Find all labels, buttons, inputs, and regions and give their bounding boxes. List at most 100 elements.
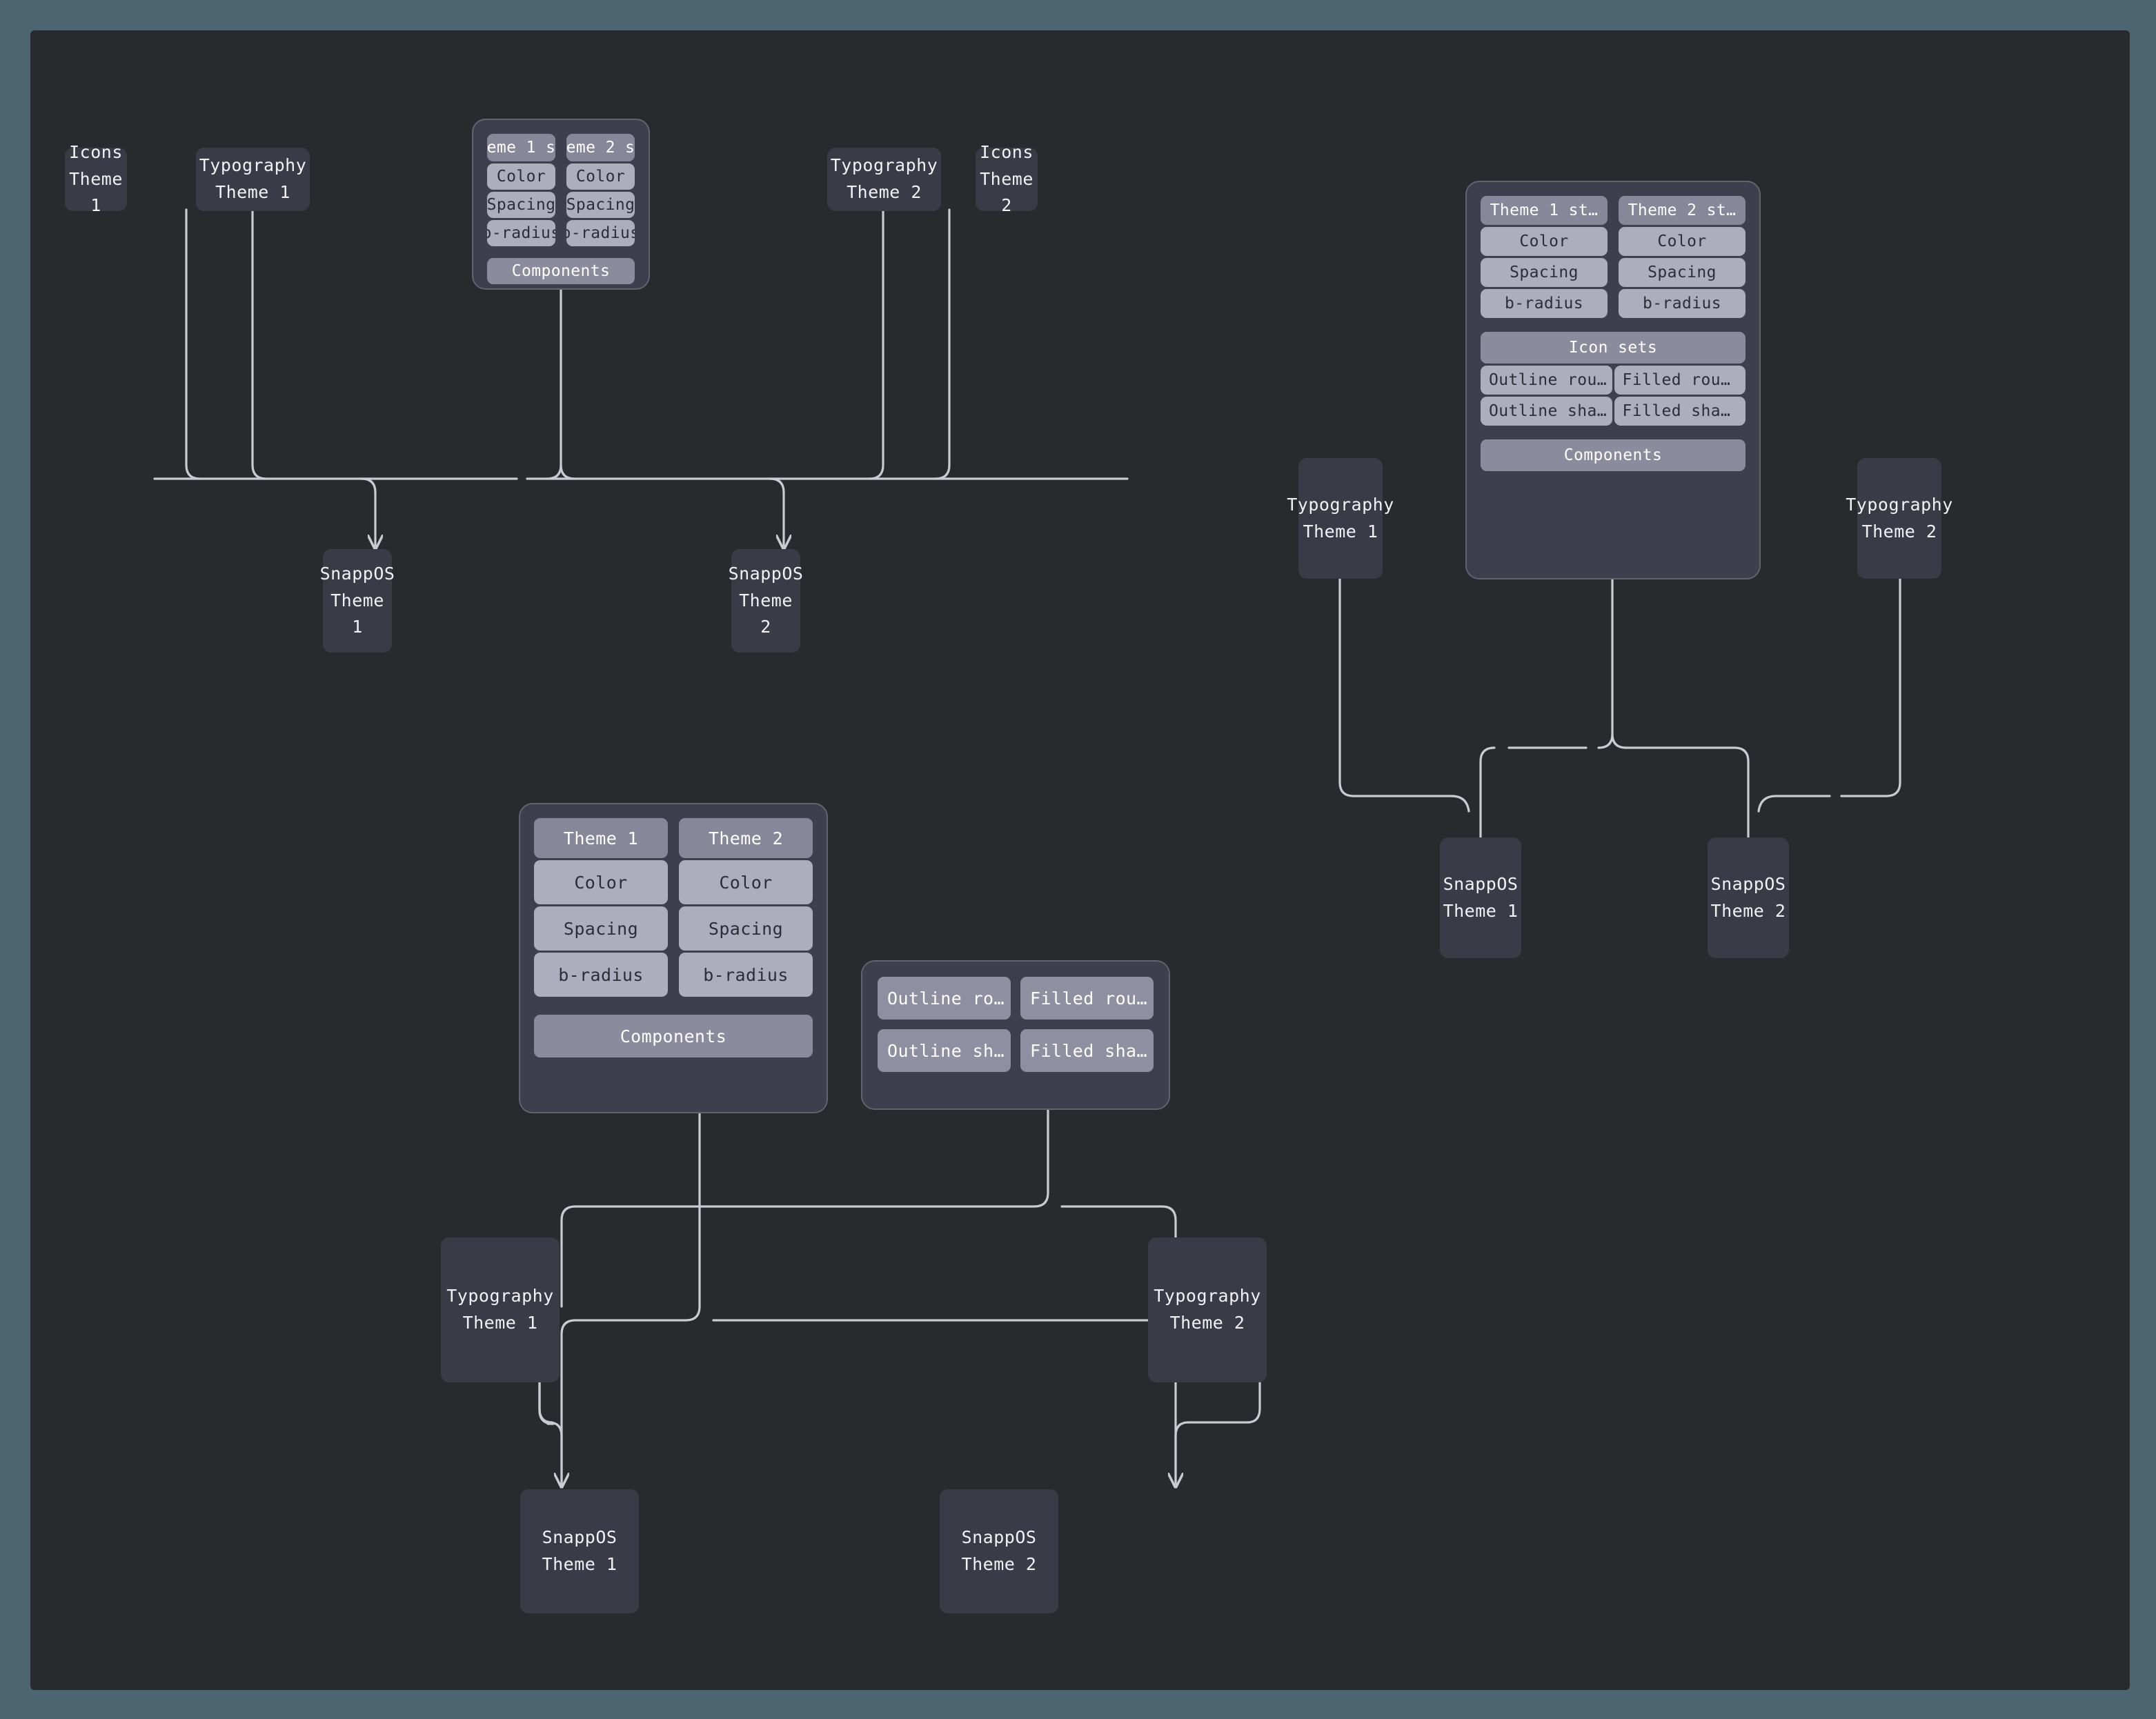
tile-theme-1-header[interactable]: Theme 1 st… xyxy=(1481,196,1608,225)
tile-b-radius[interactable]: b-radius xyxy=(487,220,555,246)
theme-columns: Theme 1 st… Color Spacing b-radius Theme… xyxy=(1481,196,1745,318)
edge-b-group-stem-r xyxy=(1611,577,1628,749)
tile-spacing[interactable]: Spacing xyxy=(1481,258,1608,287)
node-typography-theme-2-c[interactable]: Typography Theme 2 xyxy=(1148,1238,1267,1382)
edge-b-typo-t2-b xyxy=(1757,795,1831,813)
edge-c-typo-t1-a xyxy=(538,1381,555,1425)
tile-color[interactable]: Color xyxy=(534,860,668,904)
node-line-1: SnappOS xyxy=(1710,873,1786,894)
node-icons-theme-2[interactable]: Icons Theme 2 xyxy=(976,142,1038,215)
edge-a-group-stem-l xyxy=(546,464,562,480)
tile-outline-sharp[interactable]: Outline sha… xyxy=(1481,397,1612,426)
node-line-1: Typography xyxy=(1154,1286,1261,1306)
edge-b-group-stem-l xyxy=(1597,733,1614,749)
tile-theme-2-header[interactable]: Theme 2 st… xyxy=(1619,196,1745,225)
node-line-2: Theme 2 xyxy=(980,168,1034,216)
edge-b-typo-t2-a xyxy=(1840,577,1901,797)
tile-color[interactable]: Color xyxy=(566,163,635,190)
tile-components[interactable]: Components xyxy=(534,1015,813,1057)
node-typography-theme-2[interactable]: Typography Theme 2 xyxy=(827,148,941,211)
theme-columns: Theme 1 Color Spacing b-radius Theme 2 C… xyxy=(534,818,813,997)
node-line-2: Theme 2 xyxy=(961,1554,1037,1574)
node-line-1: SnappOS xyxy=(961,1527,1037,1548)
edge-c-themes-to-out2 xyxy=(712,1319,1176,1486)
node-line-2: Theme 1 xyxy=(69,168,123,216)
edge-b-typo-t1 xyxy=(1338,577,1470,813)
icon-sets-grid: Outline rou… Filled rou… Outline sha… Fi… xyxy=(1481,366,1745,426)
node-line-2: Theme 2 xyxy=(1861,521,1937,541)
node-line-2: Theme 2 xyxy=(847,182,922,202)
theme-column-2: Theme 2 st… Color Spacing b-radius xyxy=(1619,196,1745,318)
theme-column-1: Theme 1 Color Spacing b-radius xyxy=(534,818,668,997)
node-line-1: Typography xyxy=(1846,494,1953,515)
node-output-snappos-theme-1-b[interactable]: SnappOS Theme 1 xyxy=(1440,837,1521,958)
tile-outline-rounded[interactable]: Outline rou… xyxy=(1481,366,1612,395)
tile-spacing[interactable]: Spacing xyxy=(1619,258,1745,287)
tile-b-radius[interactable]: b-radius xyxy=(1619,289,1745,318)
tile-color[interactable]: Color xyxy=(679,860,813,904)
group-variant-a-body: Theme 1 st… Color Spacing b-radius Theme… xyxy=(472,119,650,290)
tile-filled-rounded[interactable]: Filled rou… xyxy=(1020,977,1154,1020)
tile-b-radius[interactable]: b-radius xyxy=(1481,289,1608,318)
tile-b-radius[interactable]: b-radius xyxy=(566,220,635,246)
tile-theme-1-header[interactable]: Theme 1 st… xyxy=(487,134,555,161)
theme-column-1: Theme 1 st… Color Spacing b-radius xyxy=(487,134,555,246)
node-typography-theme-1-b[interactable]: Typography Theme 1 xyxy=(1287,458,1394,579)
group-variant-c-themes: Theme 1 Color Spacing b-radius Theme 2 C… xyxy=(519,803,828,1113)
node-output-snappos-theme-1-a[interactable]: SnappOS Theme 1 xyxy=(320,549,395,653)
tile-outline-rounded[interactable]: Outline ro… xyxy=(878,977,1011,1020)
node-line-2: Theme 1 xyxy=(1303,521,1378,541)
tile-theme-1-header[interactable]: Theme 1 xyxy=(534,818,668,858)
tile-filled-sharp[interactable]: Filled sha… xyxy=(1020,1029,1154,1072)
edge-c-typo-t1 xyxy=(538,1381,555,1425)
edge-a-out-t1 xyxy=(360,477,375,548)
tile-theme-2-header[interactable]: Theme 2 xyxy=(679,818,813,858)
node-icons-theme-1[interactable]: Icons Theme 1 xyxy=(65,142,127,215)
tile-b-radius[interactable]: b-radius xyxy=(534,953,668,997)
edge-c-typo-t1-merge xyxy=(538,1381,563,1487)
node-typography-theme-1-c[interactable]: Typography Theme 1 xyxy=(441,1238,560,1382)
node-line-1: Typography xyxy=(1287,494,1394,515)
diagram-canvas: Icons Theme 1 Typography Theme 1 Typogra… xyxy=(30,30,2130,1690)
tile-color[interactable]: Color xyxy=(1481,227,1608,256)
tile-components[interactable]: Components xyxy=(487,258,635,284)
tile-spacing[interactable]: Spacing xyxy=(487,192,555,218)
theme-column-1: Theme 1 st… Color Spacing b-radius xyxy=(1481,196,1608,318)
tile-filled-rounded[interactable]: Filled rou… xyxy=(1614,366,1745,395)
node-line-2: Theme 1 xyxy=(215,182,290,202)
tile-outline-sharp[interactable]: Outline sh… xyxy=(878,1029,1011,1072)
node-line-1: Icons xyxy=(980,141,1034,162)
node-typography-theme-2-b[interactable]: Typography Theme 2 xyxy=(1846,458,1952,579)
tile-b-radius[interactable]: b-radius xyxy=(679,953,813,997)
node-line-1: SnappOS xyxy=(1443,873,1519,894)
node-line-2: Theme 1 xyxy=(330,590,384,637)
node-line-1: Typography xyxy=(446,1286,554,1306)
node-line-2: Theme 1 xyxy=(542,1554,617,1574)
node-line-1: Typography xyxy=(830,155,938,176)
tile-components[interactable]: Components xyxy=(1481,439,1745,471)
node-output-snappos-theme-2-c[interactable]: SnappOS Theme 2 xyxy=(940,1489,1058,1613)
node-line-1: SnappOS xyxy=(728,563,804,584)
node-line-1: SnappOS xyxy=(542,1527,617,1548)
tile-spacing[interactable]: Spacing xyxy=(679,906,813,951)
tile-color[interactable]: Color xyxy=(1619,227,1745,256)
tile-icon-sets-header[interactable]: Icon sets xyxy=(1481,332,1745,364)
edge-c-icons-to-out1 xyxy=(560,1205,1036,1308)
tile-spacing[interactable]: Spacing xyxy=(566,192,635,218)
node-output-snappos-theme-1-c[interactable]: SnappOS Theme 1 xyxy=(520,1489,639,1613)
edge-c-themes-stem-down xyxy=(684,1112,701,1322)
tile-spacing[interactable]: Spacing xyxy=(534,906,668,951)
edge-c-typo-t2-merge xyxy=(1174,1381,1261,1487)
node-line-2: Theme 1 xyxy=(1443,900,1519,921)
tile-color[interactable]: Color xyxy=(487,163,555,190)
tile-filled-sharp[interactable]: Filled sha… xyxy=(1614,397,1745,426)
edge-a-icons-t2 xyxy=(934,208,951,480)
node-typography-theme-1[interactable]: Typography Theme 1 xyxy=(196,148,310,211)
node-output-snappos-theme-2-a[interactable]: SnappOS Theme 2 xyxy=(729,549,803,653)
tile-theme-2-header[interactable]: Theme 2 st… xyxy=(566,134,635,161)
node-line-2: Theme 2 xyxy=(1710,900,1786,921)
edge-a-out-t2 xyxy=(769,477,784,548)
node-output-snappos-theme-2-b[interactable]: SnappOS Theme 2 xyxy=(1708,837,1789,958)
edge-a-typo-t1 xyxy=(251,208,268,480)
edge-a-icons-t1 xyxy=(185,208,201,480)
